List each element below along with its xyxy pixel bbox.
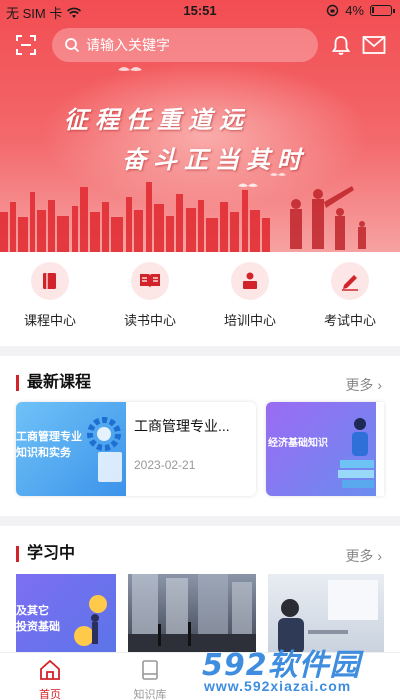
pencil-icon <box>342 275 358 291</box>
category-label: 课程中心 <box>23 313 76 328</box>
search-placeholder: 请输入关键字 <box>86 37 170 53</box>
study-card[interactable]: 及其它 投资基础 <box>16 574 116 654</box>
nav-home[interactable]: 首页 <box>20 659 80 700</box>
banner-slogan-line2: 奋斗正当其时 <box>122 145 308 174</box>
category-icon-bg <box>131 262 169 300</box>
category-course-center[interactable]: 课程中心 <box>10 262 90 329</box>
chevron-right-icon: › <box>373 548 382 564</box>
course-date: 2023-02-21 <box>134 458 196 472</box>
category-exam-center[interactable]: 考试中心 <box>310 262 390 329</box>
course-thumb-text-1: 工商管理专业 <box>16 431 82 443</box>
person-reading-illustration <box>338 418 374 488</box>
search-icon <box>65 38 80 53</box>
mail-icon[interactable] <box>362 35 386 55</box>
section-divider <box>0 346 400 356</box>
more-label: 更多 <box>345 377 374 393</box>
course-thumb-text-2: 知识和实务 <box>16 447 71 459</box>
course-thumb-text-1: 经济基础知识 <box>268 438 328 449</box>
rotation-lock-icon <box>327 4 339 17</box>
more-label: 更多 <box>345 548 374 564</box>
battery-icon <box>370 5 395 16</box>
site-watermark: 592软件园 www.592xiazai.com <box>196 640 400 700</box>
course-thumbnail: 经济基础知识 <box>266 402 376 496</box>
nav-library[interactable]: 知识库 <box>120 659 180 700</box>
category-label: 考试中心 <box>323 313 376 328</box>
banner-slogan-line1: 征程任重道远 <box>64 105 250 134</box>
battery-percent: 4% <box>345 3 364 18</box>
open-book-icon <box>140 274 160 288</box>
category-label: 读书中心 <box>123 313 176 328</box>
course-thumb-doc <box>98 452 122 482</box>
chevron-right-icon: › <box>373 377 382 393</box>
category-training-center[interactable]: 培训中心 <box>210 262 290 329</box>
studying-title: 学习中 <box>16 546 75 562</box>
watermark-url: www.592xiazai.com <box>204 678 352 694</box>
study-thumb-text-1: 及其它 <box>16 605 49 617</box>
course-card[interactable]: 工商管理专业 知识和实务 工商管理专业... 2023-02-21 <box>16 402 256 496</box>
gear-illustration <box>87 417 121 451</box>
nav-label: 知识库 <box>133 689 167 700</box>
scan-icon[interactable] <box>16 35 36 55</box>
hero-banner[interactable]: 无 SIM 卡 15:51 4% 请输入关键字 征程任重道远 奋斗正当其时 <box>0 0 400 252</box>
category-icon-bg <box>31 262 69 300</box>
city-skyline-illustration <box>0 182 366 252</box>
category-label: 培训中心 <box>223 313 276 328</box>
category-icon-bg <box>331 262 369 300</box>
status-bar: 无 SIM 卡 15:51 4% <box>0 0 400 21</box>
latest-courses-more-link[interactable]: 更多 › <box>345 375 382 395</box>
nav-label: 首页 <box>39 689 61 700</box>
studying-more-link[interactable]: 更多 › <box>345 546 382 566</box>
top-bar: 请输入关键字 <box>0 28 400 62</box>
book-icon <box>43 273 56 289</box>
study-thumb-text-2: 投资基础 <box>16 621 60 633</box>
section-divider <box>0 516 400 526</box>
category-reading-center[interactable]: 读书中心 <box>110 262 190 329</box>
trainer-icon <box>243 272 257 289</box>
category-grid: 课程中心 读书中心 培训中心 考试中心 <box>0 252 400 344</box>
library-icon <box>142 660 158 680</box>
coins-illustration <box>74 595 107 646</box>
search-input[interactable]: 请输入关键字 <box>52 28 318 62</box>
course-card[interactable]: 经济基础知识 <box>266 402 384 496</box>
latest-courses-title: 最新课程 <box>16 375 91 391</box>
home-icon <box>40 659 60 680</box>
bell-icon[interactable] <box>330 34 352 56</box>
category-icon-bg <box>231 262 269 300</box>
course-name: 工商管理专业... <box>134 418 230 434</box>
course-thumbnail: 工商管理专业 知识和实务 <box>16 402 126 496</box>
